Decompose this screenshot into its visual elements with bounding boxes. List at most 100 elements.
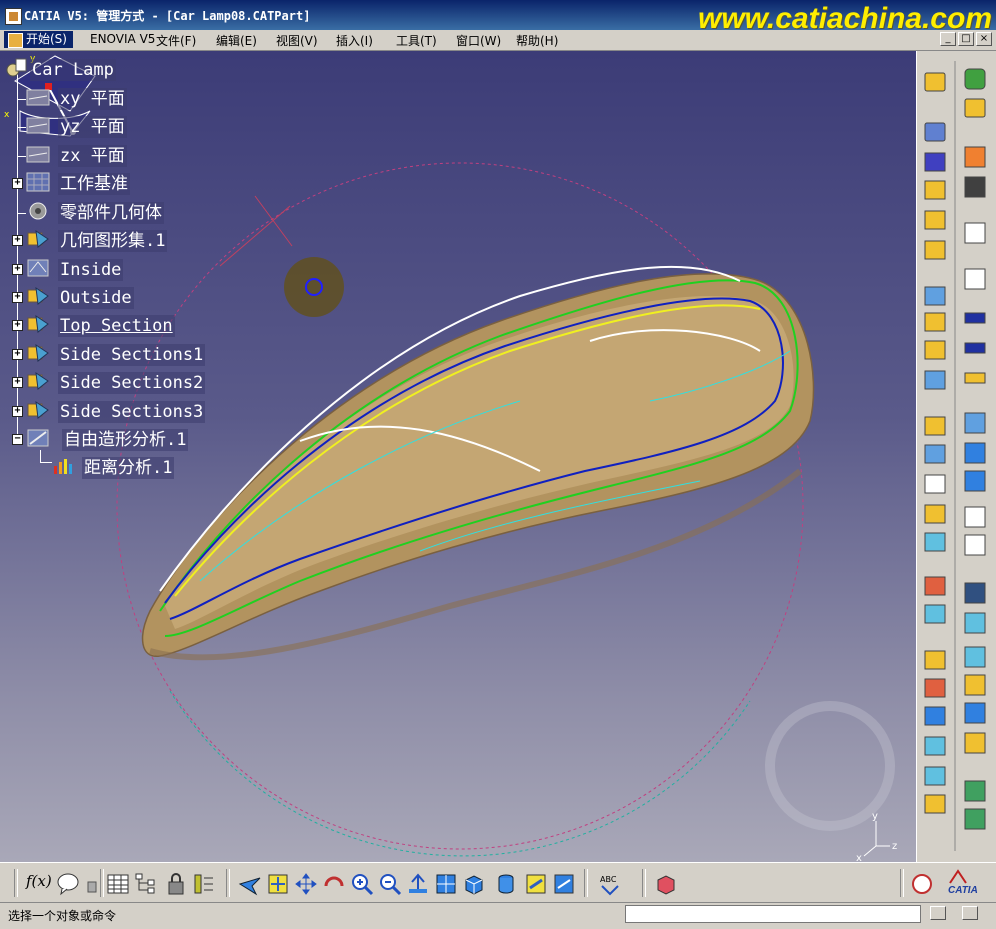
- tool-icon[interactable]: [924, 180, 946, 200]
- table-icon[interactable]: [106, 872, 130, 896]
- collapse-toggle[interactable]: −: [12, 434, 23, 445]
- menu-view[interactable]: 视图(V): [276, 32, 318, 49]
- rotate-icon[interactable]: [322, 872, 346, 896]
- menu-help[interactable]: 帮助(H): [516, 32, 558, 49]
- surface-icon[interactable]: [924, 370, 946, 390]
- menu-file[interactable]: 文件(F): [156, 32, 196, 49]
- close-button[interactable]: ×: [976, 32, 992, 46]
- menu-insert[interactable]: 插入(I): [336, 32, 373, 49]
- grid-icon[interactable]: [924, 152, 946, 172]
- menu-edit[interactable]: 编辑(E): [216, 32, 257, 49]
- expand-toggle[interactable]: +: [12, 349, 23, 360]
- formula-icon[interactable]: f(x): [26, 872, 52, 896]
- tree-node-label: 几何图形集.1: [58, 230, 168, 252]
- select-arrow-icon[interactable]: [964, 146, 986, 168]
- plane-icon[interactable]: [964, 372, 986, 384]
- tool-icon[interactable]: [924, 240, 946, 260]
- expand-toggle[interactable]: +: [12, 264, 23, 275]
- render-style-icon[interactable]: [494, 872, 518, 896]
- catia-logo: CATIA: [944, 869, 988, 899]
- status-button-1[interactable]: [930, 906, 946, 920]
- power-input-field[interactable]: [625, 905, 921, 923]
- multi-view-icon[interactable]: [434, 872, 458, 896]
- swap-space-icon[interactable]: [552, 872, 576, 896]
- sketch-icon[interactable]: [964, 222, 986, 244]
- fly-mode-icon[interactable]: [238, 872, 262, 896]
- menu-tools[interactable]: 工具(T): [396, 32, 437, 49]
- minimize-button[interactable]: _: [940, 32, 956, 46]
- tool-icon[interactable]: [924, 210, 946, 230]
- surface-icon[interactable]: [964, 412, 986, 434]
- status-button-2[interactable]: [962, 906, 978, 920]
- surface-icon[interactable]: [924, 678, 946, 698]
- surface-icon[interactable]: [964, 702, 986, 724]
- surface-icon[interactable]: [924, 444, 946, 464]
- zoom-in-icon[interactable]: [350, 872, 374, 896]
- curve-icon[interactable]: [964, 268, 986, 290]
- sketcher-icon[interactable]: [924, 72, 946, 92]
- list-icon[interactable]: [192, 872, 216, 896]
- surface-icon[interactable]: [924, 706, 946, 726]
- iso-view-icon[interactable]: [462, 872, 486, 896]
- surface-icon[interactable]: [964, 612, 986, 634]
- point-icon[interactable]: [964, 312, 986, 324]
- surface-icon[interactable]: [924, 312, 946, 332]
- expand-toggle[interactable]: +: [12, 406, 23, 417]
- surface-icon[interactable]: [924, 340, 946, 360]
- menu-window[interactable]: 窗口(W): [456, 32, 501, 49]
- tree-node-label: Inside: [58, 259, 124, 281]
- surface-icon[interactable]: [964, 674, 986, 696]
- tree-icon[interactable]: [134, 872, 158, 896]
- comment-icon[interactable]: [56, 872, 80, 896]
- circle-icon[interactable]: [924, 474, 946, 494]
- expand-toggle[interactable]: +: [12, 178, 23, 189]
- hide-show-icon[interactable]: [524, 872, 548, 896]
- working-support-icon: [26, 172, 50, 192]
- axis-system-icon[interactable]: [924, 122, 946, 142]
- line-icon[interactable]: [964, 342, 986, 354]
- plane-icon: [26, 117, 50, 134]
- surface-icon[interactable]: [924, 286, 946, 306]
- surface-icon[interactable]: [964, 646, 986, 668]
- surface-icon[interactable]: [964, 442, 986, 464]
- maximize-button[interactable]: □: [958, 32, 974, 46]
- pan-icon[interactable]: [294, 872, 318, 896]
- security-icon[interactable]: [164, 872, 188, 896]
- surface-icon[interactable]: [924, 794, 946, 814]
- cube-icon[interactable]: [964, 780, 986, 802]
- menu-enovia[interactable]: ENOVIA V5: [90, 32, 155, 46]
- expand-toggle[interactable]: +: [12, 377, 23, 388]
- cube-icon[interactable]: [964, 808, 986, 830]
- circle-icon[interactable]: [964, 506, 986, 528]
- surface-icon[interactable]: [924, 416, 946, 436]
- surface-icon[interactable]: [924, 576, 946, 596]
- plane-icon: [26, 89, 50, 106]
- tool-icon[interactable]: [964, 176, 986, 198]
- surface-icon[interactable]: [964, 582, 986, 604]
- expand-toggle[interactable]: +: [12, 320, 23, 331]
- annotation-icon[interactable]: ABC: [598, 872, 622, 896]
- surface-icon[interactable]: [964, 732, 986, 754]
- sphere-axis-line-2: [254, 195, 293, 247]
- fit-all-icon[interactable]: [266, 872, 290, 896]
- surface-icon[interactable]: [924, 736, 946, 756]
- expand-toggle[interactable]: +: [12, 235, 23, 246]
- menu-start[interactable]: 开始(S): [4, 31, 73, 48]
- catia-app-icon[interactable]: [5, 8, 22, 25]
- surface-icon[interactable]: [924, 504, 946, 524]
- geometrical-set-icon: [27, 314, 49, 333]
- 3d-viewport[interactable]: y z x y x Car Lamp xy 平面 yz 平面: [0, 51, 916, 862]
- zoom-out-icon[interactable]: [378, 872, 402, 896]
- surface-icon[interactable]: [964, 470, 986, 492]
- spiral-icon[interactable]: [964, 534, 986, 556]
- apply-material-icon[interactable]: [654, 872, 678, 896]
- knowledge-icon[interactable]: [910, 872, 934, 896]
- tool-icon[interactable]: [964, 98, 986, 118]
- normal-view-icon[interactable]: [406, 872, 430, 896]
- surface-icon[interactable]: [924, 650, 946, 670]
- workbench-icon[interactable]: [964, 68, 986, 90]
- expand-toggle[interactable]: +: [12, 292, 23, 303]
- surface-icon[interactable]: [924, 532, 946, 552]
- surface-icon[interactable]: [924, 604, 946, 624]
- surface-icon[interactable]: [924, 766, 946, 786]
